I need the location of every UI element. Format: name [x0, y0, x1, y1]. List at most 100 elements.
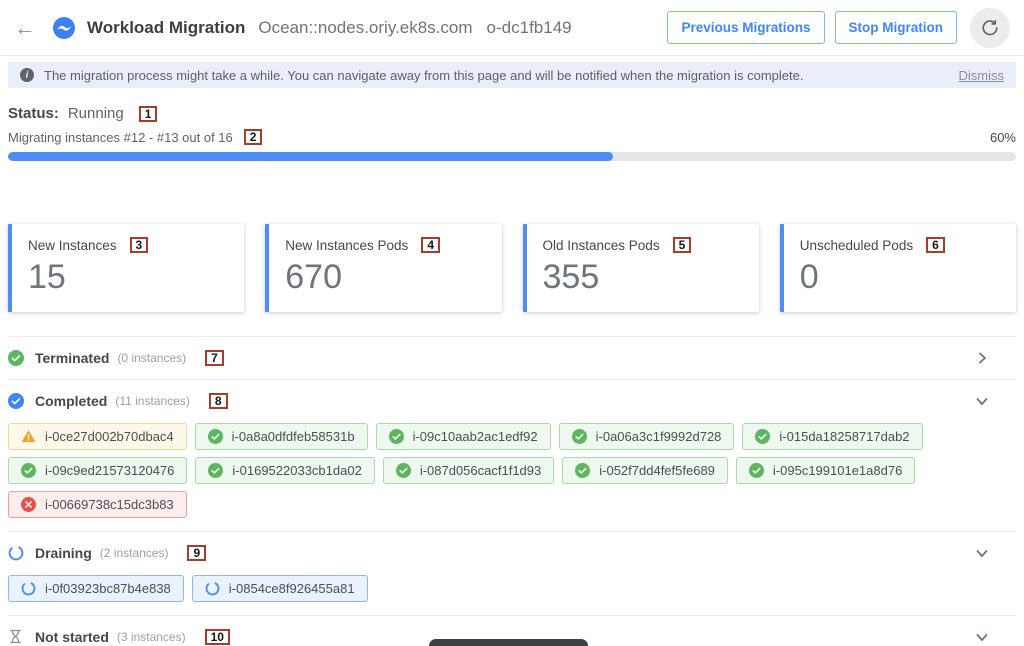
- card-new-instances: New Instances 3 15: [8, 224, 244, 312]
- annotation-1: 1: [139, 106, 158, 122]
- card-title: Unscheduled Pods: [800, 238, 913, 253]
- card-value: 355: [543, 260, 743, 294]
- instance-id: i-052f7dd4fef5fe689: [599, 463, 715, 478]
- instance-id: i-0a06a3c1f9992d728: [596, 429, 722, 444]
- progress-percent-label: 60%: [990, 130, 1016, 145]
- card-value: 670: [285, 260, 485, 294]
- page-title: Workload Migration: [87, 18, 245, 38]
- progress-fill: [8, 152, 613, 161]
- annotation-9: 9: [187, 545, 206, 561]
- section-completed-header[interactable]: Completed (11 instances) 8: [8, 380, 1016, 422]
- section-count: (0 instances): [117, 351, 186, 365]
- warning-icon: [21, 429, 36, 444]
- progress-bar: [8, 152, 1016, 161]
- card-value: 0: [800, 260, 1000, 294]
- chevron-down-icon[interactable]: [976, 395, 988, 407]
- chevron-right-icon[interactable]: [976, 352, 988, 364]
- error-icon: [21, 497, 36, 512]
- status-label: Status:: [8, 105, 59, 122]
- section-draining-header[interactable]: Draining (2 instances) 9: [8, 532, 1016, 574]
- instance-chip[interactable]: i-0a8a0dfdfeb58531b: [195, 423, 368, 450]
- instance-id: i-095c199101e1a8d76: [773, 463, 902, 478]
- dismiss-link[interactable]: Dismiss: [959, 68, 1005, 83]
- bottom-dock-bar: [429, 639, 588, 646]
- ocean-resource-id: o-dc1fb149: [487, 18, 572, 38]
- card-title: Old Instances Pods: [543, 238, 660, 253]
- annotation-5: 5: [673, 237, 692, 253]
- section-terminated-header[interactable]: Terminated (0 instances) 7: [8, 337, 1016, 379]
- summary-cards: New Instances 3 15 New Instances Pods 4 …: [8, 224, 1016, 312]
- card-title: New Instances Pods: [285, 238, 408, 253]
- card-unscheduled-pods: Unscheduled Pods 6 0: [780, 224, 1016, 312]
- section-draining: Draining (2 instances) 9 i-0f03923bc87b4…: [8, 532, 1016, 616]
- instance-id: i-0ce27d002b70dbac4: [45, 429, 174, 444]
- success-icon: [208, 463, 223, 478]
- draining-chips: i-0f03923bc87b4e838 i-0854ce8f926455a81: [8, 574, 1016, 615]
- chevron-down-icon[interactable]: [976, 547, 988, 559]
- instance-chip[interactable]: i-0169522033cb1da02: [195, 457, 374, 484]
- success-icon: [749, 463, 764, 478]
- chevron-down-icon[interactable]: [976, 631, 988, 643]
- instance-chip[interactable]: i-052f7dd4fef5fe689: [562, 457, 728, 484]
- instance-chip[interactable]: i-00669738c15dc3b83: [8, 491, 187, 518]
- hourglass-icon: [8, 629, 24, 645]
- instance-id: i-00669738c15dc3b83: [45, 497, 174, 512]
- instance-chip[interactable]: i-015da18258717dab2: [742, 423, 922, 450]
- section-title: Terminated: [35, 350, 109, 366]
- info-icon: i: [20, 68, 34, 82]
- success-icon: [208, 429, 223, 444]
- card-title: New Instances: [28, 238, 117, 253]
- annotation-7: 7: [205, 350, 224, 366]
- instance-chip[interactable]: i-0ce27d002b70dbac4: [8, 423, 187, 450]
- stop-migration-button[interactable]: Stop Migration: [835, 11, 958, 44]
- instance-id: i-09c9ed21573120476: [45, 463, 174, 478]
- success-icon: [572, 429, 587, 444]
- spinner-icon: [21, 581, 36, 596]
- status-value: Running: [68, 105, 124, 122]
- instance-chip[interactable]: i-0a06a3c1f9992d728: [559, 423, 735, 450]
- section-count: (3 instances): [117, 630, 186, 644]
- completed-chips: i-0ce27d002b70dbac4 i-0a8a0dfdfeb58531b …: [8, 422, 1016, 531]
- instance-id: i-015da18258717dab2: [779, 429, 909, 444]
- success-icon: [755, 429, 770, 444]
- cluster-name: Ocean::nodes.oriy.ek8s.com: [258, 18, 472, 38]
- instance-chip[interactable]: i-0f03923bc87b4e838: [8, 575, 184, 602]
- section-terminated: Terminated (0 instances) 7: [8, 337, 1016, 380]
- annotation-3: 3: [130, 237, 149, 253]
- instance-id: i-09c10aab2ac1edf92: [413, 429, 538, 444]
- instance-chip[interactable]: i-09c10aab2ac1edf92: [376, 423, 551, 450]
- card-old-instances-pods: Old Instances Pods 5 355: [523, 224, 759, 312]
- check-circle-blue-icon: [8, 393, 24, 409]
- success-icon: [389, 429, 404, 444]
- instance-chip[interactable]: i-087d056cacf1f1d93: [383, 457, 554, 484]
- instance-chip[interactable]: i-09c9ed21573120476: [8, 457, 187, 484]
- instance-id: i-0a8a0dfdfeb58531b: [232, 429, 355, 444]
- instance-chip[interactable]: i-095c199101e1a8d76: [736, 457, 915, 484]
- spinner-icon: [205, 581, 220, 596]
- previous-migrations-button[interactable]: Previous Migrations: [667, 11, 824, 44]
- status-row: Status: Running 1: [8, 105, 1016, 122]
- migration-detail-text: Migrating instances #12 - #13 out of 16: [8, 130, 233, 145]
- page-header: ← Workload Migration Ocean::nodes.oriy.e…: [0, 0, 1024, 56]
- annotation-4: 4: [421, 237, 440, 253]
- ocean-logo-icon: [52, 16, 76, 40]
- instance-id: i-087d056cacf1f1d93: [420, 463, 541, 478]
- instance-id: i-0854ce8f926455a81: [229, 581, 355, 596]
- section-title: Draining: [35, 545, 92, 561]
- refresh-icon: [981, 19, 999, 37]
- refresh-button[interactable]: [970, 8, 1010, 48]
- section-count: (11 instances): [115, 394, 189, 408]
- success-icon: [575, 463, 590, 478]
- instance-id: i-0169522033cb1da02: [232, 463, 361, 478]
- section-count: (2 instances): [100, 546, 169, 560]
- banner-message: The migration process might take a while…: [44, 68, 803, 83]
- instance-id: i-0f03923bc87b4e838: [45, 581, 171, 596]
- section-completed: Completed (11 instances) 8 i-0ce27d002b7…: [8, 380, 1016, 532]
- check-circle-green-icon: [8, 350, 24, 366]
- success-icon: [396, 463, 411, 478]
- section-title: Completed: [35, 393, 107, 409]
- back-arrow-icon[interactable]: ←: [14, 17, 36, 39]
- card-new-instances-pods: New Instances Pods 4 670: [265, 224, 501, 312]
- instance-chip[interactable]: i-0854ce8f926455a81: [192, 575, 368, 602]
- card-value: 15: [28, 260, 228, 294]
